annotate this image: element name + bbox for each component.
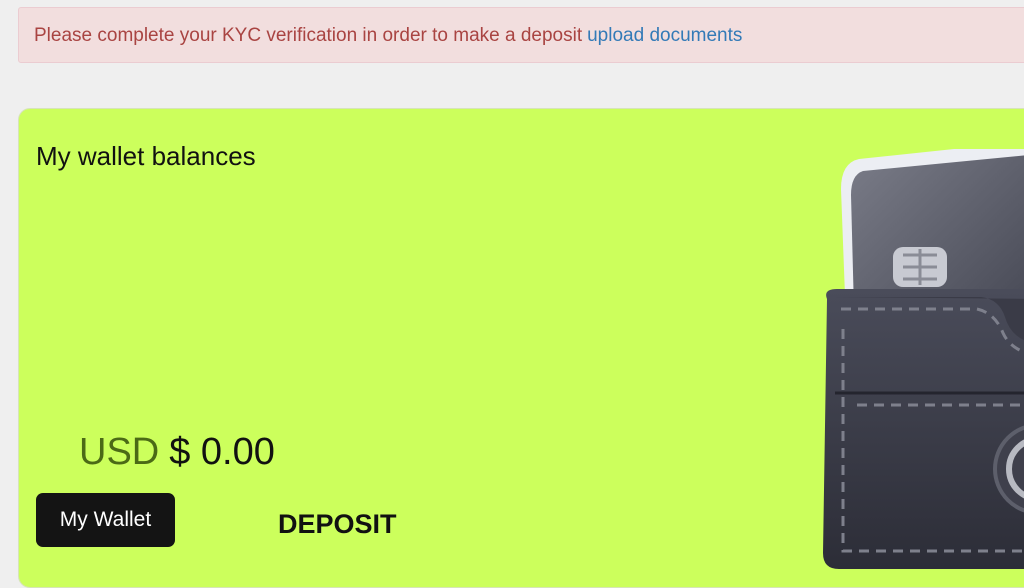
upload-documents-link[interactable]: upload documents [587,25,742,46]
balance-display: USD $ 0.00 [79,431,275,474]
kyc-alert: Please complete your KYC verification in… [18,7,1024,63]
balance-amount: $ 0.00 [169,431,275,473]
deposit-button[interactable]: DEPOSIT [278,509,397,540]
kyc-alert-message: Please complete your KYC verification in… [34,25,583,46]
wallet-balances-card: My wallet balances USD $ 0.00 My Wallet D… [18,108,1024,588]
balance-currency: USD [79,431,160,473]
my-wallet-button[interactable]: My Wallet [36,493,175,547]
wallet-with-card-icon: 05 [823,149,1024,569]
card-title: My wallet balances [36,141,256,171]
